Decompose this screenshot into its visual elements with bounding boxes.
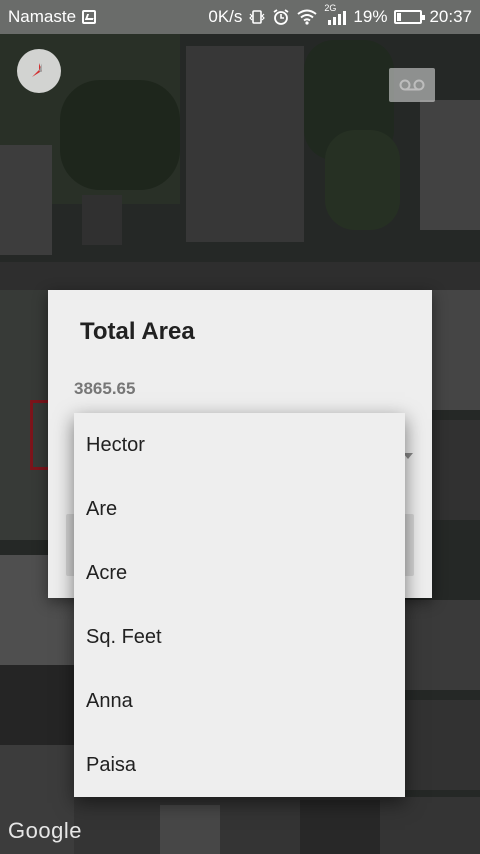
signal-strength-icon: 2G [324,3,347,25]
dropdown-item-are[interactable]: Are [74,477,405,541]
wifi-icon [297,9,318,25]
screenshot-notification-icon [82,10,97,24]
alarm-icon [273,9,289,25]
compass-button[interactable] [17,49,61,93]
dropdown-item-sq-feet[interactable]: Sq. Feet [74,605,405,669]
voicemail-icon [399,79,425,91]
google-attribution: Google [8,818,82,843]
dialog-title: Total Area [80,318,195,345]
dropdown-item-hector[interactable]: Hector [74,413,405,477]
network-type-label: 2G [324,3,337,13]
clock-time: 20:37 [429,7,472,26]
dropdown-item-anna[interactable]: Anna [74,669,405,733]
unit-dropdown-menu: Hector Are Acre Sq. Feet Anna Paisa [74,413,405,797]
battery-icon [394,10,426,24]
area-value: 3865.65 [74,379,136,398]
compass-icon [32,63,42,77]
network-speed: 0K/s [208,7,243,26]
status-bar: Namaste 0K/s 2G 19% 20:37 [0,0,480,34]
camera-button[interactable] [389,68,435,102]
dropdown-item-paisa[interactable]: Paisa [74,733,405,797]
dropdown-item-acre[interactable]: Acre [74,541,405,605]
vibrate-icon [249,10,266,24]
carrier-name: Namaste [8,7,77,26]
battery-percent: 19% [353,7,388,26]
